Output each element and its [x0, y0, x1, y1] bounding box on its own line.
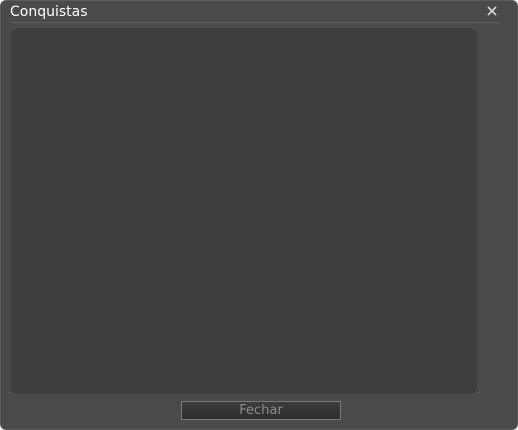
achievements-list-panel [11, 28, 477, 394]
window-title: Conquistas [10, 4, 88, 20]
achievements-window: Conquistas Fechar [0, 0, 518, 430]
title-divider [10, 22, 499, 23]
close-icon [487, 6, 497, 16]
close-button[interactable]: Fechar [181, 401, 341, 420]
title-bar: Conquistas [1, 1, 517, 23]
window-close-button[interactable] [484, 3, 500, 19]
